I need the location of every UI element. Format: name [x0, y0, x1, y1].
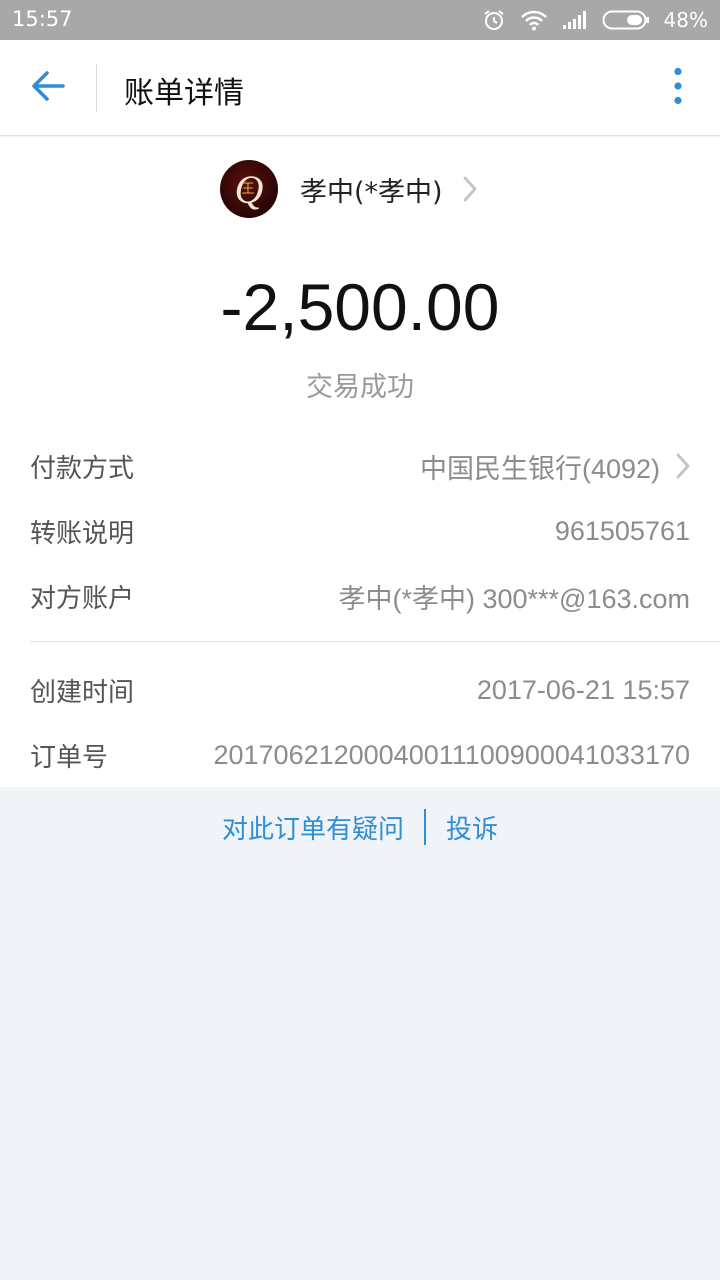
chevron-right-icon — [463, 176, 477, 202]
back-button[interactable] — [20, 60, 76, 116]
wifi-icon — [520, 9, 548, 31]
section-divider — [30, 641, 720, 642]
appbar-divider — [96, 64, 97, 112]
detail-label: 订单号 — [30, 742, 109, 773]
more-vert-icon — [673, 67, 683, 109]
transaction-amount: -2,500.00 — [220, 270, 500, 344]
avatar-mark: 王 — [241, 182, 254, 197]
detail-row-order-number: 订单号 20170621200040011100900041033170 — [30, 735, 690, 775]
payee-name: 孝中(*孝中) — [300, 176, 443, 208]
complaint-link[interactable]: 投诉 — [446, 809, 498, 846]
avatar: Q 王 — [220, 160, 278, 218]
battery-icon — [602, 9, 650, 31]
more-options-button[interactable] — [658, 66, 698, 110]
status-bar: 15:57 48% — [0, 0, 720, 40]
detail-value: 2017-06-21 15:57 — [476, 674, 690, 705]
battery-percent: 48% — [663, 8, 708, 32]
detail-label: 对方账户 — [30, 583, 135, 614]
detail-label: 创建时间 — [30, 677, 135, 708]
status-time: 15:57 — [12, 7, 73, 31]
app-bar: 账单详情 — [0, 40, 720, 136]
detail-value: 中国民生银行(4092) — [419, 453, 660, 484]
detail-row-transfer-note: 转账说明 961505761 — [30, 511, 690, 551]
detail-row-created-time: 创建时间 2017-06-21 15:57 — [30, 670, 690, 710]
chevron-right-icon — [676, 453, 690, 479]
detail-value: 961505761 — [554, 515, 690, 546]
detail-row-counterparty: 对方账户 孝中(*孝中) 300***@163.com — [30, 576, 690, 616]
transaction-status: 交易成功 — [306, 372, 414, 403]
link-separator — [424, 809, 426, 845]
detail-value: 20170621200040011100900041033170 — [213, 739, 690, 770]
footer-links: 对此订单有疑问 投诉 — [0, 806, 720, 848]
detail-label: 转账说明 — [30, 518, 135, 549]
detail-value-wrap: 中国民生银行(4092) — [420, 447, 690, 486]
back-arrow-icon — [30, 70, 66, 106]
bill-detail-card: Q 王 孝中(*孝中) -2,500.00 交易成功 付款方式 中国民生银行(4… — [0, 137, 720, 787]
detail-row-payment-method[interactable]: 付款方式 中国民生银行(4092) — [30, 446, 690, 486]
signal-icon — [562, 10, 588, 30]
page-title: 账单详情 — [124, 76, 244, 111]
detail-value: 孝中(*孝中) 300***@163.com — [338, 583, 690, 614]
question-link[interactable]: 对此订单有疑问 — [222, 809, 404, 846]
detail-label: 付款方式 — [30, 453, 135, 484]
alarm-icon — [482, 8, 506, 32]
payee-header[interactable]: Q 王 孝中(*孝中) — [220, 160, 477, 218]
